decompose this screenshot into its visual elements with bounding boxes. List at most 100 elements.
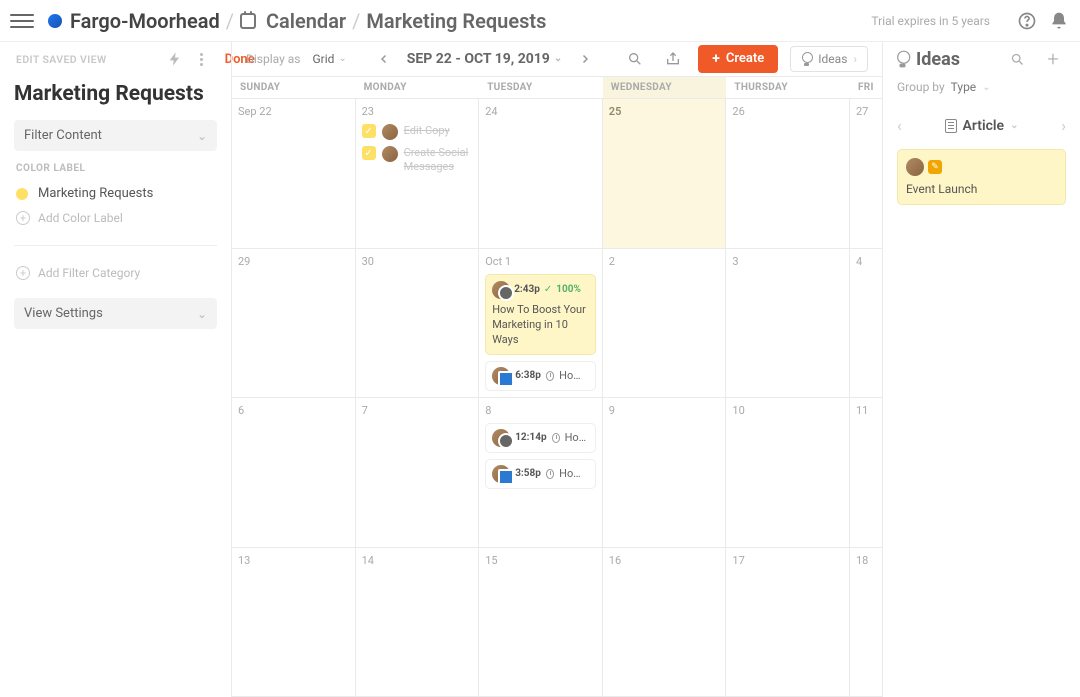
date-number: 26	[732, 105, 843, 118]
view-settings-toggle[interactable]: View Settings ⌄	[14, 298, 217, 329]
color-label-row[interactable]: Marketing Requests	[14, 182, 217, 205]
date-number: 8	[485, 404, 596, 417]
completed-task[interactable]: ✓Create Social Messages	[362, 146, 473, 175]
ideas-title-text: Ideas	[916, 49, 960, 70]
filter-content-label: Filter Content	[24, 128, 102, 143]
date-number: 17	[732, 554, 843, 567]
completed-task[interactable]: ✓Edit Copy	[362, 124, 473, 140]
next-type-button[interactable]: ›	[1061, 116, 1066, 135]
breadcrumb-view[interactable]: Marketing Requests	[366, 9, 546, 33]
calendar-day[interactable]: 13	[232, 548, 356, 697]
calendar-day[interactable]: 14	[356, 548, 480, 697]
ideas-toggle-button[interactable]: Ideas ›	[790, 46, 868, 72]
task-title: Create Social Messages	[404, 146, 473, 175]
calendar-header: Display as Grid ⌄ SEP 22 - OCT 19, 2019 …	[232, 42, 882, 76]
card-time: 6:38p	[515, 369, 541, 383]
calendar-day[interactable]: 18	[850, 548, 882, 697]
add-filter-category-button[interactable]: + Add Filter Category	[14, 260, 217, 286]
workspace-color-dot	[48, 14, 62, 28]
avatar	[382, 124, 398, 140]
ideas-search-icon[interactable]	[1004, 46, 1030, 72]
calendar-day[interactable]: 7	[356, 398, 480, 547]
display-mode-select[interactable]: Grid ⌄	[312, 52, 346, 66]
calendar-day[interactable]: 3	[726, 249, 850, 398]
breadcrumb-calendar[interactable]: Calendar	[266, 9, 346, 33]
calendar-day[interactable]: 29	[232, 249, 356, 398]
calendar-day[interactable]: 25	[603, 99, 727, 248]
date-number: 4	[856, 255, 876, 268]
calendar-week: Sep 2223✓Edit Copy✓Create Social Message…	[232, 99, 882, 249]
group-by-value: Type	[951, 80, 977, 94]
search-icon[interactable]	[622, 46, 648, 72]
color-label-text: Marketing Requests	[38, 186, 153, 201]
avatar	[492, 367, 510, 385]
date-number: 11	[856, 404, 876, 417]
create-button[interactable]: + Create	[698, 45, 778, 73]
calendar-day[interactable]: 9	[603, 398, 727, 547]
date-number: 2	[609, 255, 720, 268]
day-header: TUESDAY	[479, 77, 603, 98]
check-icon: ✓	[544, 283, 552, 297]
calendar-card-small[interactable]: 6:38p How T…	[485, 361, 596, 391]
calendar-day[interactable]: 2	[603, 249, 727, 398]
calendar-day[interactable]: 8 12:14pHow … 3:58pHow T…	[479, 398, 603, 547]
prev-range-button[interactable]	[371, 46, 397, 72]
bell-icon[interactable]	[1048, 10, 1070, 32]
day-header: FRI	[850, 77, 882, 98]
calendar-week: 29 30Oct 12:43p✓100%How To Boost Your Mar…	[232, 249, 882, 399]
calendar-day[interactable]: 24	[479, 99, 603, 248]
ideas-title: Ideas	[897, 49, 960, 70]
calendar-day[interactable]: 26	[726, 99, 850, 248]
calendar-day[interactable]: Sep 22	[232, 99, 356, 248]
group-by-select[interactable]: Group by Type ⌄	[897, 80, 1066, 94]
calendar-icon	[240, 13, 256, 29]
calendar-day[interactable]: 15	[479, 548, 603, 697]
card-title: How T…	[559, 368, 589, 383]
calendar-day[interactable]: 23✓Edit Copy✓Create Social Messages	[356, 99, 480, 248]
calendar-day[interactable]: 10	[726, 398, 850, 547]
chevron-down-icon: ⌄	[1010, 120, 1018, 131]
date-number: 24	[485, 105, 596, 118]
day-headers: SUNDAYMONDAYTUESDAYWEDNESDAYTHURSDAYFRI	[232, 76, 882, 99]
add-color-label-button[interactable]: + Add Color Label	[14, 205, 217, 231]
color-label-section: COLOR LABEL	[16, 163, 217, 174]
avatar	[492, 281, 510, 299]
idea-type-select[interactable]: Article ⌄	[945, 118, 1019, 134]
calendar-card-small[interactable]: 12:14pHow …	[485, 423, 596, 453]
display-as-label: Display as	[246, 52, 300, 66]
breadcrumb: Fargo-Moorhead / Calendar / Marketing Re…	[70, 9, 546, 33]
breadcrumb-workspace[interactable]: Fargo-Moorhead	[70, 9, 220, 33]
calendar-day[interactable]: 17	[726, 548, 850, 697]
calendar-week: 13 14 1516 17 18	[232, 548, 882, 697]
calendar-day[interactable]: 11	[850, 398, 882, 547]
calendar-day[interactable]: 30	[356, 249, 480, 398]
help-icon[interactable]	[1016, 10, 1038, 32]
date-number: 9	[609, 404, 720, 417]
filter-content-toggle[interactable]: Filter Content ⌄	[14, 120, 217, 151]
lightbulb-icon	[801, 52, 812, 66]
breadcrumb-sep: /	[226, 9, 234, 33]
avatar	[906, 158, 924, 176]
task-title: Edit Copy	[404, 124, 450, 138]
date-number: 14	[362, 554, 473, 567]
calendar-day[interactable]: 6	[232, 398, 356, 547]
ideas-button-label: Ideas	[818, 52, 847, 66]
calendar-day[interactable]: Oct 12:43p✓100%How To Boost Your Marketi…	[479, 249, 603, 398]
date-number: 29	[238, 255, 349, 268]
calendar-card[interactable]: 2:43p✓100%How To Boost Your Marketing in…	[485, 274, 596, 355]
date-range-text: SEP 22 - OCT 19, 2019	[407, 51, 550, 67]
add-idea-button[interactable]: +	[1040, 46, 1066, 72]
idea-card[interactable]: ✎ Event Launch	[897, 149, 1066, 205]
share-icon[interactable]	[660, 46, 686, 72]
menu-icon[interactable]	[10, 9, 34, 33]
prev-type-button[interactable]: ‹	[897, 116, 902, 135]
date-range[interactable]: SEP 22 - OCT 19, 2019 ⌄	[407, 51, 562, 67]
add-color-label-text: Add Color Label	[38, 211, 123, 225]
avatar	[492, 465, 510, 483]
calendar-day[interactable]: 27	[850, 99, 882, 248]
calendar-day[interactable]: 16	[603, 548, 727, 697]
calendar-day[interactable]: 4	[850, 249, 882, 398]
calendar-card-small[interactable]: 3:58pHow T…	[485, 459, 596, 489]
next-range-button[interactable]	[572, 46, 598, 72]
chevron-down-icon: ⌄	[197, 307, 207, 321]
